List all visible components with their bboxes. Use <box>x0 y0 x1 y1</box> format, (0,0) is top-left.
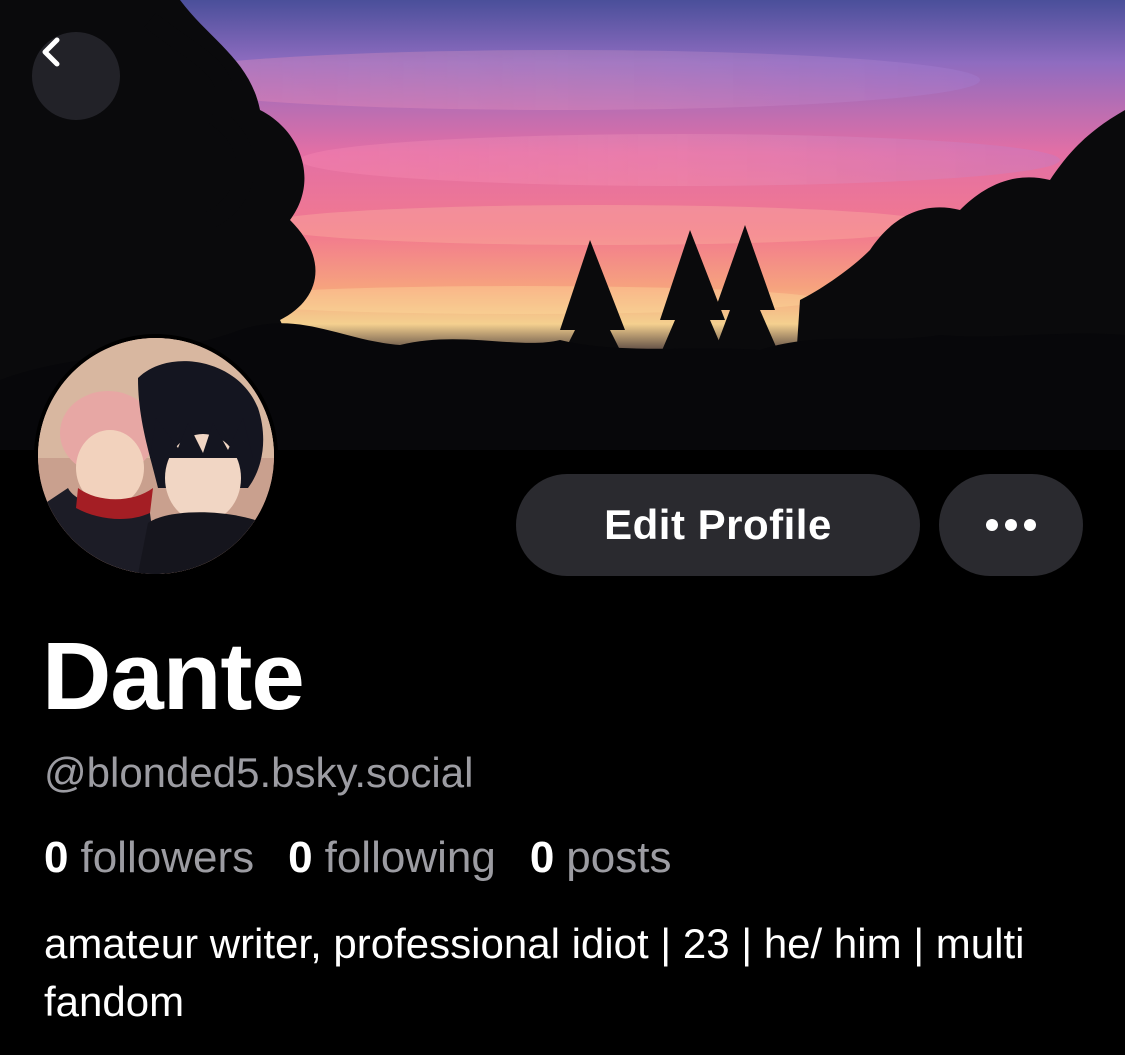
profile-bio: amateur writer, professional idiot | 23 … <box>44 920 1025 1025</box>
followers-stat[interactable]: 0 followers <box>44 830 254 886</box>
edit-profile-label: Edit Profile <box>604 501 832 548</box>
display-name: Dante <box>42 623 305 730</box>
ellipsis-icon <box>986 519 1036 531</box>
avatar-image <box>38 338 274 574</box>
back-button[interactable] <box>32 32 120 120</box>
edit-profile-button[interactable]: Edit Profile <box>516 474 920 576</box>
followers-count: 0 <box>44 833 69 882</box>
profile-handle: @blonded5.bsky.social <box>44 749 474 796</box>
posts-label: posts <box>566 833 672 882</box>
posts-count: 0 <box>529 833 555 882</box>
following-label: following <box>324 833 496 882</box>
posts-stat: 0 posts <box>530 830 672 886</box>
more-options-button[interactable] <box>939 474 1083 576</box>
following-count: 0 <box>288 833 313 882</box>
following-stat[interactable]: 0 following <box>288 830 496 886</box>
profile-stats: 0 followers 0 following 0 posts <box>44 830 671 886</box>
avatar[interactable] <box>34 334 278 578</box>
followers-label: followers <box>80 833 255 882</box>
chevron-left-icon <box>42 37 60 67</box>
